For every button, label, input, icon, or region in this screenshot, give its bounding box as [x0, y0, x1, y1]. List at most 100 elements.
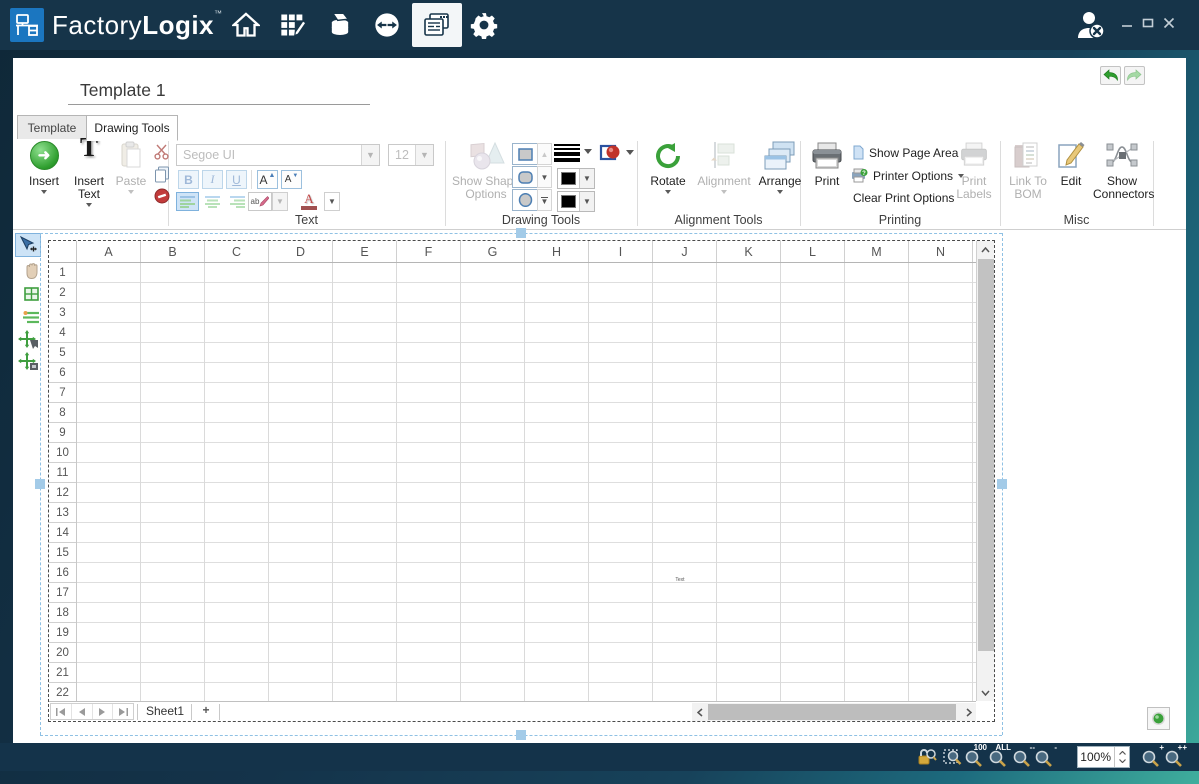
row-header[interactable]: 16 [49, 563, 76, 583]
column-header[interactable]: D [269, 241, 333, 262]
horizontal-scrollbar[interactable] [692, 703, 976, 721]
align-center-button[interactable] [201, 192, 224, 211]
row-header[interactable]: 4 [49, 323, 76, 343]
fill-color-combobox[interactable]: ▼ [557, 191, 595, 212]
data-stack-icon[interactable] [325, 10, 355, 40]
gallery-up-button[interactable]: ▲ [537, 143, 552, 165]
align-right-button[interactable] [226, 192, 249, 211]
scroll-up-button[interactable] [977, 241, 994, 258]
underline-button[interactable]: U [226, 170, 247, 189]
scroll-left-button[interactable] [692, 704, 707, 720]
highlight-dropdown[interactable]: ▼ [272, 192, 288, 211]
close-button[interactable] [1160, 16, 1178, 34]
design-grid-icon[interactable] [278, 10, 308, 40]
copy-icon[interactable] [153, 165, 170, 183]
column-header[interactable]: K [717, 241, 781, 262]
move-shape-tool[interactable] [16, 328, 40, 350]
column-header[interactable]: F [397, 241, 461, 262]
column-header[interactable]: B [141, 241, 205, 262]
row-header[interactable]: 21 [49, 663, 76, 683]
cut-icon[interactable] [153, 143, 170, 161]
zoom-selection-button[interactable] [942, 746, 964, 768]
italic-button[interactable]: I [202, 170, 223, 189]
pointer-tool[interactable] [15, 233, 41, 257]
row-header[interactable]: 11 [49, 463, 76, 483]
zoom-out-button[interactable]: - [1033, 746, 1055, 768]
maximize-button[interactable] [1139, 16, 1157, 34]
row-header[interactable]: 6 [49, 363, 76, 383]
print-labels-button[interactable]: Print Labels [951, 141, 997, 201]
column-header[interactable]: I [589, 241, 653, 262]
delete-icon[interactable] [153, 187, 170, 205]
row-header[interactable]: 12 [49, 483, 76, 503]
highlight-button[interactable]: ab [248, 192, 272, 211]
zoom-level-spinner[interactable]: 100% [1077, 746, 1130, 768]
row-headers[interactable]: 12345678910111213141516171819202122 [49, 263, 77, 701]
rotate-button[interactable]: Rotate [645, 141, 691, 197]
add-sheet-button[interactable]: + [195, 703, 217, 717]
first-sheet-button[interactable] [51, 704, 72, 719]
link-to-bom-button[interactable]: Link To BOM [1005, 141, 1051, 201]
row-header[interactable]: 2 [49, 283, 76, 303]
show-page-area-button[interactable]: Show Page Area [853, 145, 958, 160]
zoom-100-button[interactable]: 100 [963, 746, 985, 768]
line-style-button[interactable] [554, 144, 580, 162]
row-header[interactable]: 15 [49, 543, 76, 563]
row-header[interactable]: 9 [49, 423, 76, 443]
alignment-button[interactable]: Alignment [695, 141, 753, 197]
row-header[interactable]: 22 [49, 683, 76, 701]
row-header[interactable]: 10 [49, 443, 76, 463]
row-header[interactable]: 1 [49, 263, 76, 283]
column-headers[interactable]: ABCDEFGHIJKLMN [77, 241, 976, 263]
select-all-corner[interactable] [49, 241, 77, 263]
text-object[interactable]: Text [669, 577, 691, 584]
redo-button[interactable] [1124, 66, 1145, 85]
shape-fill-dropdown[interactable] [626, 150, 634, 159]
scroll-right-button[interactable] [961, 704, 976, 720]
line-style-dropdown[interactable] [584, 149, 592, 158]
font-size-combobox[interactable]: 12 ▼ [388, 144, 434, 166]
selection-handle-right[interactable] [997, 479, 1007, 489]
template-name-input[interactable]: Template 1 [68, 80, 370, 105]
zoom-lock-button[interactable] [916, 746, 938, 768]
tab-drawing-tools[interactable]: Drawing Tools [86, 115, 178, 141]
column-header[interactable]: G [461, 241, 525, 262]
scroll-down-button[interactable] [977, 684, 994, 701]
row-header[interactable]: 13 [49, 503, 76, 523]
settings-icon[interactable] [469, 10, 499, 40]
row-header[interactable]: 20 [49, 643, 76, 663]
paste-button[interactable]: Paste [111, 141, 151, 197]
row-header[interactable]: 7 [49, 383, 76, 403]
shape-rounded-button[interactable] [512, 166, 538, 188]
row-header[interactable]: 3 [49, 303, 76, 323]
selection-handle-left[interactable] [35, 479, 45, 489]
font-color-button[interactable]: A [296, 192, 322, 211]
selection-handle-top[interactable] [516, 228, 526, 238]
sync-icon[interactable] [372, 10, 402, 40]
selection-handle-bottom[interactable] [516, 730, 526, 740]
row-header[interactable]: 19 [49, 623, 76, 643]
vertical-scroll-thumb[interactable] [978, 259, 994, 651]
canvas-navigate-button[interactable] [1147, 707, 1170, 730]
column-header[interactable]: N [909, 241, 973, 262]
printer-options-button[interactable]: ? Printer Options [851, 168, 964, 183]
design-canvas[interactable]: ABCDEFGHIJKLMN 1234567891011121314151617… [13, 230, 1186, 743]
row-header[interactable]: 8 [49, 403, 76, 423]
shape-fill-button[interactable] [599, 143, 621, 167]
undo-button[interactable] [1100, 66, 1121, 85]
sheet-tab[interactable]: Sheet1 [141, 704, 189, 718]
user-logout-icon[interactable] [1075, 10, 1107, 40]
grow-font-button[interactable]: A▲ [257, 170, 278, 189]
gallery-more-button[interactable]: ▼ [537, 189, 552, 211]
font-name-combobox[interactable]: Segoe UI ▼ [176, 144, 380, 166]
insert-button[interactable]: ➜ Insert [23, 141, 65, 197]
gallery-down-button[interactable]: ▼ [537, 166, 552, 188]
column-header[interactable]: A [77, 241, 141, 262]
vertical-scrollbar[interactable] [976, 241, 994, 701]
spreadsheet-object[interactable]: ABCDEFGHIJKLMN 1234567891011121314151617… [48, 240, 995, 722]
prev-sheet-button[interactable] [72, 704, 93, 719]
column-header[interactable]: C [205, 241, 269, 262]
cell-grid[interactable] [77, 263, 976, 701]
column-header[interactable]: M [845, 241, 909, 262]
clear-print-options-button[interactable]: Clear Print Options [853, 191, 954, 205]
